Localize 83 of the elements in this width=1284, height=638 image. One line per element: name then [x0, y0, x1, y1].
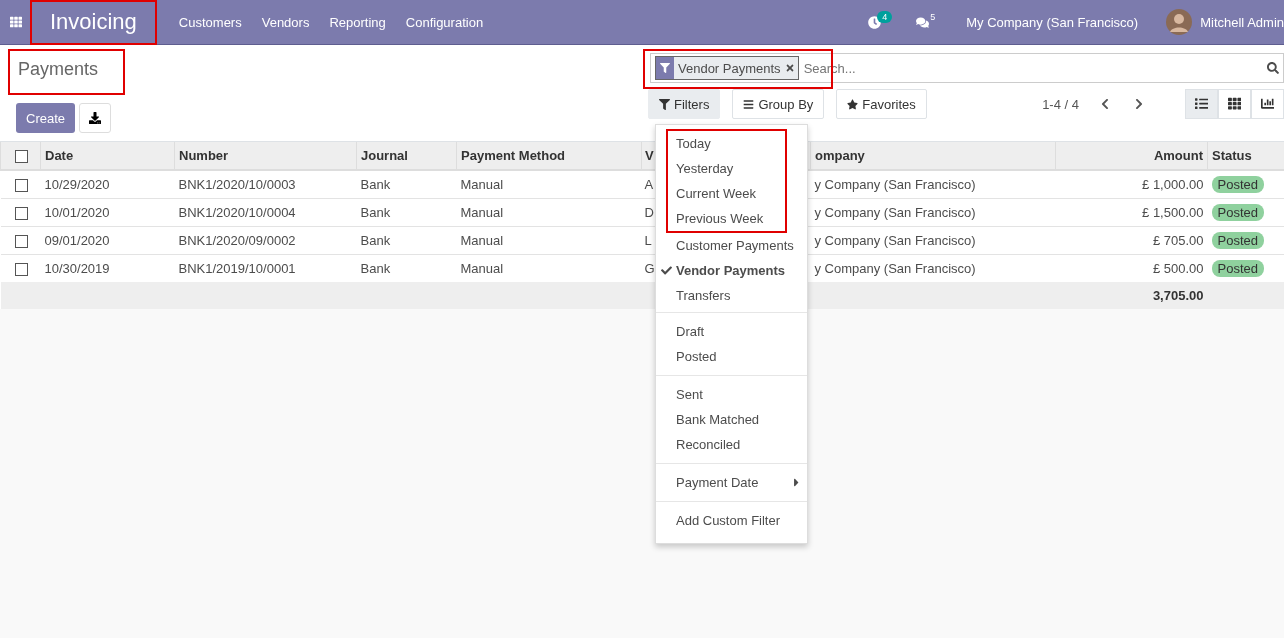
- column-header[interactable]: Payment Method: [456, 142, 642, 171]
- table-cell: £ 1,000.00: [1055, 170, 1208, 199]
- company-switcher[interactable]: My Company (San Francisco): [954, 14, 1151, 30]
- table-cell: Manual: [456, 170, 642, 199]
- filter-icon: [659, 98, 670, 110]
- search-icon[interactable]: [1267, 62, 1279, 74]
- column-header[interactable]: Status: [1207, 142, 1284, 171]
- user-avatar[interactable]: [1166, 9, 1193, 35]
- star-icon: [847, 98, 859, 110]
- table-cell: Bank: [356, 226, 457, 255]
- table-cell: y Company (San Francisco): [810, 198, 1056, 227]
- chevron-left-icon: [1099, 98, 1111, 110]
- table-cell: 10/29/2020: [40, 170, 175, 199]
- close-icon[interactable]: [784, 63, 795, 73]
- view-switch-button[interactable]: [1185, 89, 1218, 119]
- column-header[interactable]: Amount: [1055, 142, 1208, 171]
- status-badge: Posted: [1211, 204, 1264, 222]
- row-checkbox[interactable]: [14, 263, 28, 277]
- menu-link[interactable]: Reporting: [319, 14, 396, 30]
- graph-view-icon: [1260, 97, 1275, 111]
- table-cell: £ 705.00: [1055, 226, 1208, 255]
- apps-menu-icon[interactable]: [10, 16, 22, 28]
- download-icon: [89, 112, 102, 124]
- filter-icon: [660, 63, 670, 73]
- column-header[interactable]: Number: [174, 142, 357, 171]
- row-checkbox[interactable]: [14, 207, 28, 221]
- column-header[interactable]: ompany: [810, 142, 1056, 171]
- filter-toggle-button[interactable]: Favorites: [836, 89, 927, 119]
- table-cell: Bank: [356, 198, 457, 227]
- create-button[interactable]: Create: [16, 103, 76, 133]
- status-badge: Posted: [1211, 260, 1264, 278]
- kanban-view-icon: [1227, 97, 1242, 111]
- filter-toggle-button[interactable]: Group By: [732, 89, 825, 119]
- select-all-checkbox[interactable]: [15, 150, 28, 164]
- column-header[interactable]: Journal: [356, 142, 457, 171]
- filter-menu-item[interactable]: Payment Date: [656, 470, 807, 495]
- table-cell: Manual: [456, 198, 642, 227]
- table-cell: y Company (San Francisco): [810, 226, 1056, 255]
- row-checkbox[interactable]: [14, 235, 28, 249]
- table-cell: Manual: [456, 226, 642, 255]
- menu-link[interactable]: Configuration: [395, 14, 494, 30]
- filter-menu-item[interactable]: Bank Matched: [656, 407, 807, 432]
- column-header[interactable]: Date: [40, 142, 175, 171]
- table-cell: y Company (San Francisco): [810, 170, 1056, 199]
- download-button[interactable]: [79, 103, 112, 133]
- user-name[interactable]: Mitchell Admin: [1200, 14, 1284, 30]
- table-cell: £ 1,500.00: [1055, 198, 1208, 227]
- filter-menu-item[interactable]: Sent: [656, 382, 807, 407]
- chevron-right-icon: [1133, 98, 1145, 110]
- caret-icon: [792, 476, 801, 489]
- row-checkbox[interactable]: [14, 179, 28, 193]
- filter-menu-item[interactable]: Vendor Payments: [656, 258, 807, 283]
- check-icon: [661, 265, 672, 276]
- status-badge: Posted: [1211, 176, 1264, 194]
- filter-menu-item[interactable]: Transfers: [656, 283, 807, 308]
- menu-link[interactable]: Vendors: [251, 14, 320, 30]
- table-cell: BNK1/2020/10/0003: [174, 170, 357, 199]
- list-view-icon: [1194, 97, 1209, 111]
- search-facet[interactable]: Vendor Payments: [655, 56, 799, 80]
- activity-count-badge: 4: [877, 11, 893, 23]
- table-cell: BNK1/2020/09/0002: [174, 226, 357, 255]
- table-cell: 09/01/2020: [40, 226, 175, 255]
- filter-menu-item[interactable]: Reconciled: [656, 432, 807, 457]
- table-cell: 10/01/2020: [40, 198, 175, 227]
- view-switch-button[interactable]: [1251, 89, 1284, 119]
- filter-menu-item[interactable]: Posted: [656, 344, 807, 369]
- filter-toggle-button[interactable]: Filters: [648, 89, 721, 119]
- total-amount: 3,705.00: [1055, 282, 1208, 310]
- menu-icon: [743, 98, 755, 110]
- filter-menu-item[interactable]: Add Custom Filter: [656, 508, 807, 533]
- messages-icon[interactable]: [916, 15, 930, 29]
- table-cell: BNK1/2020/10/0004: [174, 198, 357, 227]
- app-title: Invoicing: [30, 0, 157, 45]
- message-count: 5: [929, 11, 937, 23]
- filter-menu-item[interactable]: Draft: [656, 319, 807, 344]
- page-title: Payments: [8, 49, 125, 95]
- view-switch-button[interactable]: [1218, 89, 1251, 119]
- facet-label: Vendor Payments: [677, 60, 782, 76]
- pager-value: 1-4 / 4: [1042, 96, 1079, 112]
- filter-menu-item[interactable]: Today: [668, 131, 785, 156]
- status-badge: Posted: [1211, 232, 1264, 250]
- table-cell: Bank: [356, 170, 457, 199]
- menu-link[interactable]: Customers: [168, 14, 252, 30]
